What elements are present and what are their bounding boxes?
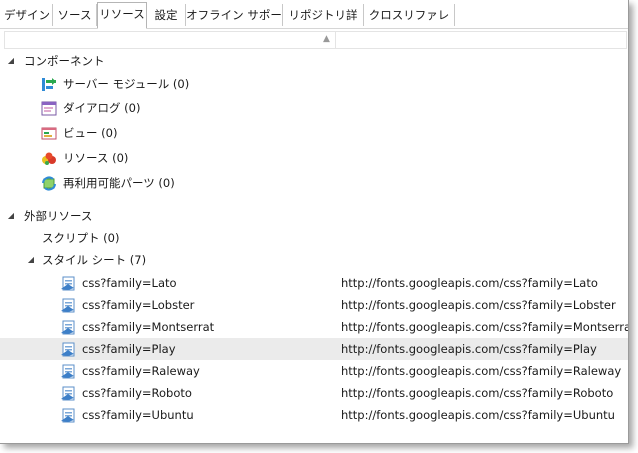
tree-group-components[interactable]: ◢ コンポーネント bbox=[0, 50, 628, 72]
column-header[interactable]: ▲ bbox=[4, 31, 627, 49]
stylesheet-name: css?family=Raleway bbox=[82, 364, 200, 378]
stylesheet-link-icon bbox=[60, 408, 76, 423]
stylesheet-row[interactable]: css?family=Lobster http://fonts.googleapi… bbox=[0, 294, 628, 316]
stylesheet-link-icon bbox=[60, 342, 76, 357]
tree-item-label: 再利用可能パーツ (0) bbox=[63, 176, 175, 190]
stylesheet-url: http://fonts.googleapis.com/css?family=R… bbox=[341, 386, 614, 400]
stylesheet-url: http://fonts.googleapis.com/css?family=R… bbox=[341, 364, 622, 378]
sort-up-icon: ▲ bbox=[323, 34, 330, 44]
tree-item-scripts[interactable]: スクリプト (0) bbox=[0, 227, 628, 249]
tab-design[interactable]: デザイン bbox=[2, 4, 53, 26]
stylesheet-row[interactable]: css?family=Play http://fonts.googleapis.c… bbox=[0, 338, 628, 360]
stylesheet-row[interactable]: css?family=Montserrat http://fonts.google… bbox=[0, 316, 628, 338]
tree-item-label: リソース (0) bbox=[63, 151, 129, 165]
stylesheet-link-icon bbox=[60, 364, 76, 379]
stylesheet-row[interactable]: css?family=Raleway http://fonts.googleapi… bbox=[0, 360, 628, 382]
tree-group-label: 外部リソース bbox=[24, 209, 93, 223]
stylesheet-link-icon bbox=[60, 386, 76, 401]
stylesheet-row[interactable]: css?family=Roboto http://fonts.googleapis… bbox=[0, 382, 628, 404]
tab-cross-reference[interactable]: クロスリファレンス bbox=[364, 4, 455, 44]
tree-item-dialog[interactable]: ダイアログ (0) bbox=[0, 97, 628, 119]
tree-item-stylesheets[interactable]: ◢ スタイル シート (7) bbox=[0, 249, 628, 271]
tab-bar: デザイン ソース リソース 設定 オフライン サポート リポジトリ詳細 クロスリ… bbox=[0, 0, 628, 44]
stylesheet-row[interactable]: css?family=Ubuntu http://fonts.googleapis… bbox=[0, 404, 628, 426]
tree-item-label: ダイアログ (0) bbox=[63, 101, 141, 115]
stylesheet-name: css?family=Roboto bbox=[82, 386, 192, 400]
stylesheet-url: http://fonts.googleapis.com/css?family=L… bbox=[341, 298, 616, 312]
stylesheet-name: css?family=Play bbox=[82, 342, 176, 356]
collapse-triangle-icon[interactable]: ◢ bbox=[6, 205, 16, 227]
stylesheet-url: http://fonts.googleapis.com/css?family=P… bbox=[341, 342, 597, 356]
tree-item-reusable-parts[interactable]: 再利用可能パーツ (0) bbox=[0, 172, 628, 194]
view-icon bbox=[41, 126, 57, 141]
resource-icon bbox=[41, 151, 57, 166]
stylesheet-url: http://fonts.googleapis.com/css?family=L… bbox=[341, 276, 598, 290]
tab-resources[interactable]: リソース bbox=[97, 2, 147, 29]
tree-item-resource[interactable]: リソース (0) bbox=[0, 147, 628, 169]
tab-repository-details[interactable]: リポジトリ詳細 bbox=[283, 4, 364, 44]
stylesheet-name: css?family=Ubuntu bbox=[82, 408, 194, 422]
tab-settings[interactable]: 設定 bbox=[147, 4, 186, 26]
reusable-part-icon bbox=[41, 176, 57, 191]
collapse-triangle-icon[interactable]: ◢ bbox=[6, 50, 16, 72]
stylesheet-link-icon bbox=[60, 276, 76, 291]
stylesheet-url: http://fonts.googleapis.com/css?family=M… bbox=[341, 320, 629, 334]
stylesheet-row[interactable]: css?family=Lato http://fonts.googleapis.c… bbox=[0, 272, 628, 294]
tab-offline-support[interactable]: オフライン サポート bbox=[186, 4, 283, 44]
stylesheet-name: css?family=Montserrat bbox=[82, 320, 215, 334]
column-header-name[interactable] bbox=[5, 32, 336, 48]
tree-item-view[interactable]: ビュー (0) bbox=[0, 122, 628, 144]
tree-item-label: サーバー モジュール (0) bbox=[63, 77, 190, 91]
stylesheet-link-icon bbox=[60, 320, 76, 335]
tab-source[interactable]: ソース bbox=[53, 4, 97, 26]
stylesheet-name: css?family=Lato bbox=[82, 276, 177, 290]
stylesheet-url: http://fonts.googleapis.com/css?family=U… bbox=[341, 408, 615, 422]
server-module-icon bbox=[41, 77, 57, 92]
tree-item-label: スクリプト (0) bbox=[42, 231, 120, 245]
tree-group-label: コンポーネント bbox=[24, 54, 105, 68]
stylesheet-name: css?family=Lobster bbox=[82, 298, 195, 312]
tree-item-label: ビュー (0) bbox=[63, 126, 118, 140]
tree-item-server-module[interactable]: サーバー モジュール (0) bbox=[0, 73, 628, 95]
collapse-triangle-icon[interactable]: ◢ bbox=[26, 249, 36, 271]
dialog-icon bbox=[41, 101, 57, 116]
resources-window: デザイン ソース リソース 設定 オフライン サポート リポジトリ詳細 クロスリ… bbox=[0, 0, 629, 444]
stylesheet-link-icon bbox=[60, 298, 76, 313]
tree-item-label: スタイル シート (7) bbox=[42, 253, 147, 267]
tree-group-external-resources[interactable]: ◢ 外部リソース bbox=[0, 205, 628, 227]
